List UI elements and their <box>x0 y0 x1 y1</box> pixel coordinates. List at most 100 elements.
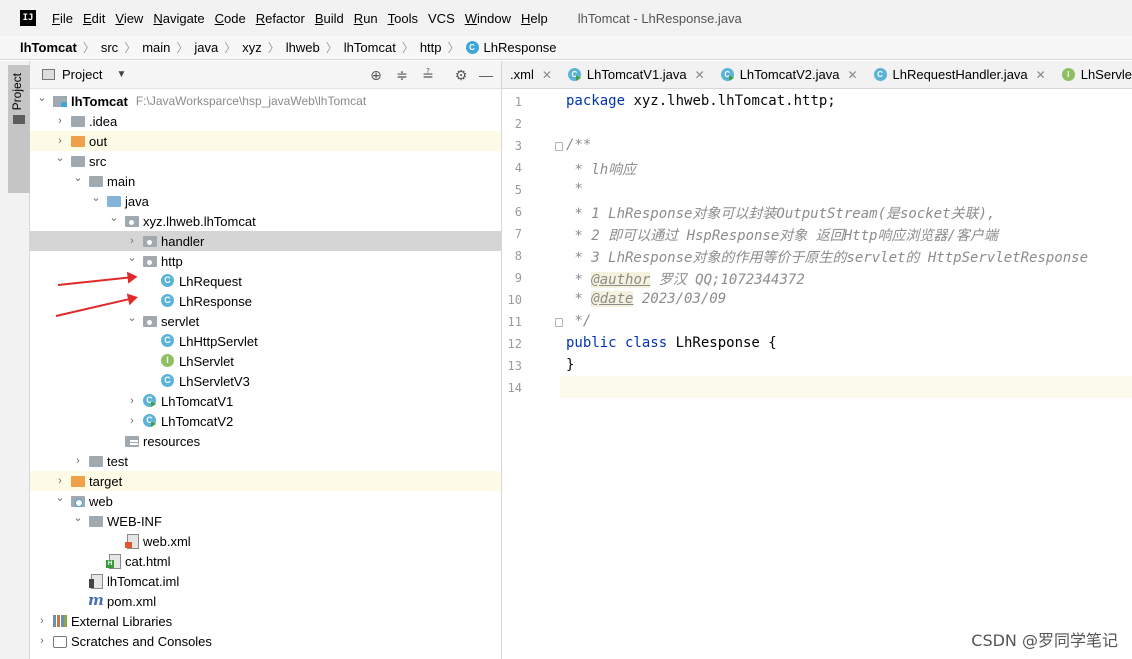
code-line[interactable]: */ <box>566 313 591 329</box>
tree-item[interactable]: ⌄ main <box>30 171 501 191</box>
tree-item[interactable]: › LhTomcatV1 <box>30 391 501 411</box>
tree-item[interactable]: ›LhServletV3 <box>30 371 501 391</box>
editor-tab[interactable]: I LhServlet.java <box>1054 61 1132 88</box>
menu-item-tools[interactable]: Tools <box>388 9 418 28</box>
tree-item[interactable]: ›cat.html <box>30 551 501 571</box>
tree-item[interactable]: ›resources <box>30 431 501 451</box>
close-tab-icon[interactable]: ✕ <box>695 68 705 82</box>
chevron-down-icon[interactable]: ⌄ <box>72 171 84 184</box>
editor-tab[interactable]: C LhTomcatV2.java ✕ <box>713 61 866 88</box>
tree-item[interactable]: ⌄ http <box>30 251 501 271</box>
tree-item[interactable]: › out <box>30 131 501 151</box>
chevron-right-icon[interactable]: › <box>36 615 48 627</box>
tree-item[interactable]: ⌄ java <box>30 191 501 211</box>
chevron-right-icon[interactable]: › <box>54 475 66 487</box>
tree-item[interactable]: ⌄ xyz.lhweb.lhTomcat <box>30 211 501 231</box>
tree-item-label: resources <box>143 433 201 449</box>
chevron-right-icon[interactable]: › <box>36 635 48 647</box>
menu-item-refactor[interactable]: Refactor <box>256 9 305 28</box>
menu-item-build[interactable]: Build <box>315 9 344 28</box>
chevron-right-icon[interactable]: › <box>54 135 66 147</box>
tree-item[interactable]: › External Libraries <box>30 611 501 631</box>
code-line[interactable]: public class LhResponse { <box>566 335 777 351</box>
collapse-all-icon[interactable]: ≟ <box>420 67 436 83</box>
chevron-down-icon[interactable]: ⌄ <box>54 151 66 164</box>
menu-item-file[interactable]: File <box>52 9 73 28</box>
menu-item-vcs[interactable]: VCS <box>428 9 455 28</box>
tree-item[interactable]: ⌄ web <box>30 491 501 511</box>
menu-item-run[interactable]: Run <box>354 9 378 28</box>
chevron-down-icon[interactable]: ⌄ <box>72 511 84 524</box>
breadcrumb-item[interactable]: C LhResponse <box>465 40 557 55</box>
code-line[interactable]: } <box>566 357 574 373</box>
menu-item-help[interactable]: Help <box>521 9 548 28</box>
tree-item[interactable]: › .idea <box>30 111 501 131</box>
chevron-right-icon[interactable]: › <box>126 415 138 427</box>
tree-item[interactable]: › Scratches and Consoles <box>30 631 501 651</box>
breadcrumb-item[interactable]: src <box>101 40 118 55</box>
editor-tab[interactable]: .xml ✕ <box>502 61 560 88</box>
tree-item[interactable]: › LhTomcatV2 <box>30 411 501 431</box>
chevron-right-icon[interactable]: › <box>126 235 138 247</box>
line-number: 8 <box>514 249 522 263</box>
fold-marker-icon[interactable] <box>555 318 563 327</box>
fold-marker-icon[interactable] <box>555 142 563 151</box>
code-line[interactable]: * @date 2023/03/09 <box>566 291 726 307</box>
tree-item[interactable]: › test <box>30 451 501 471</box>
menu-item-code[interactable]: Code <box>215 9 246 28</box>
tree-item[interactable]: ›LhHttpServlet <box>30 331 501 351</box>
chevron-down-icon[interactable]: ⌄ <box>36 91 48 104</box>
tree-item[interactable]: ⌄ lhTomcat F:\JavaWorksparce\hsp_javaWeb\l… <box>30 91 501 111</box>
chevron-down-icon[interactable]: ⌄ <box>54 491 66 504</box>
editor-tab[interactable]: C LhTomcatV1.java ✕ <box>560 61 713 88</box>
close-tab-icon[interactable]: ✕ <box>847 68 857 82</box>
breadcrumb-item[interactable]: lhweb <box>286 40 320 55</box>
breadcrumb-item[interactable]: lhTomcat <box>344 40 396 55</box>
close-tab-icon[interactable]: ✕ <box>1036 68 1046 82</box>
breadcrumb-item[interactable]: xyz <box>242 40 262 55</box>
tree-item[interactable]: › handler <box>30 231 501 251</box>
code-line[interactable]: * 1 LhResponse对象可以封装OutputStream(是socket… <box>566 203 995 223</box>
code-line[interactable]: package xyz.lhweb.lhTomcat.http; <box>566 93 836 109</box>
breadcrumb-item[interactable]: main <box>142 40 170 55</box>
code-line[interactable]: * @author 罗汉 QQ;1072344372 <box>566 269 805 289</box>
tree-item[interactable]: ⌄ WEB-INF <box>30 511 501 531</box>
code-line[interactable]: * 3 LhResponse对象的作用等价于原生的servlet的 HttpSe… <box>566 247 1088 267</box>
editor-tab[interactable]: C LhRequestHandler.java ✕ <box>866 61 1054 88</box>
tree-item[interactable]: ⌄ src <box>30 151 501 171</box>
tree-item[interactable]: ›lhTomcat.iml <box>30 571 501 591</box>
code-line[interactable]: * 2 即可以通过 HspResponse对象 返回Http响应浏览器/客户端 <box>566 225 997 245</box>
chevron-right-icon[interactable]: › <box>126 395 138 407</box>
locate-icon[interactable]: ⊕ <box>368 67 384 83</box>
menu-item-navigate[interactable]: Navigate <box>153 9 204 28</box>
chevron-right-icon[interactable]: › <box>54 115 66 127</box>
chevron-right-icon[interactable]: › <box>72 455 84 467</box>
chevron-down-icon[interactable]: ⌄ <box>126 251 138 264</box>
project-tool-window-tab[interactable]: Project <box>8 65 30 193</box>
tree-item[interactable]: ›LhResponse <box>30 291 501 311</box>
chevron-down-icon[interactable]: ⌄ <box>90 191 102 204</box>
code-line[interactable]: * lh响应 <box>566 159 636 179</box>
close-tab-icon[interactable]: ✕ <box>542 68 552 82</box>
chevron-down-icon[interactable]: ▼ <box>116 69 126 80</box>
code-line[interactable]: /** <box>566 137 591 153</box>
tree-item[interactable]: ›pom.xml <box>30 591 501 611</box>
tree-item[interactable]: ›web.xml <box>30 531 501 551</box>
project-panel-title[interactable]: Project <box>62 67 102 82</box>
tree-item[interactable]: ⌄ servlet <box>30 311 501 331</box>
breadcrumb-item[interactable]: java <box>194 40 218 55</box>
menu-item-edit[interactable]: Edit <box>83 9 105 28</box>
hide-panel-icon[interactable]: — <box>478 67 494 83</box>
menu-item-view[interactable]: View <box>115 9 143 28</box>
code-line[interactable]: * <box>566 181 582 197</box>
code-area[interactable]: 1 2 3 4 5 6 7 8 9 10 11 12 13 14 package xyz.lhweb.lh… <box>502 89 1132 659</box>
expand-all-icon[interactable]: ≑ <box>394 67 410 83</box>
breadcrumb-item[interactable]: lhTomcat <box>20 40 77 55</box>
tree-item[interactable]: › target <box>30 471 501 491</box>
breadcrumb-item[interactable]: http <box>420 40 442 55</box>
gear-icon[interactable]: ⚙ <box>453 67 469 83</box>
menu-item-window[interactable]: Window <box>465 9 511 28</box>
chevron-down-icon[interactable]: ⌄ <box>108 211 120 224</box>
tree-item[interactable]: ›LhServlet <box>30 351 501 371</box>
chevron-down-icon[interactable]: ⌄ <box>126 311 138 324</box>
